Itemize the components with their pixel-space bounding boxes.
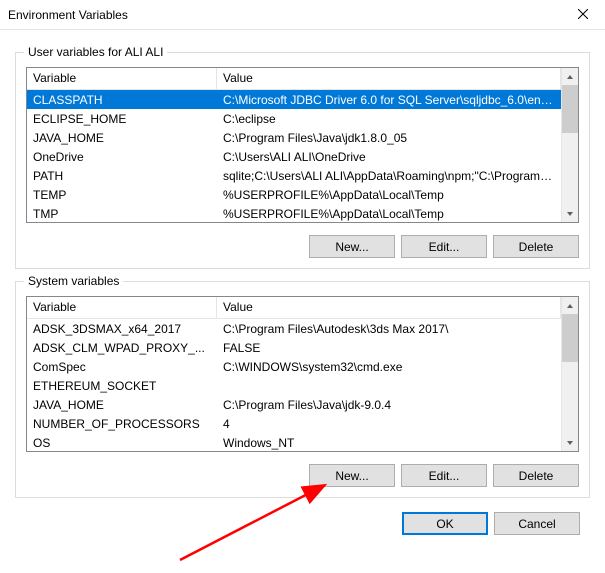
cell-variable: TMP xyxy=(27,205,217,223)
cell-variable: JAVA_HOME xyxy=(27,129,217,147)
user-col-variable[interactable]: Variable xyxy=(27,68,217,89)
cancel-button[interactable]: Cancel xyxy=(494,512,580,535)
cell-value: C:\Program Files\Autodesk\3ds Max 2017\ xyxy=(217,320,561,338)
cell-variable: JAVA_HOME xyxy=(27,396,217,414)
user-table-header: Variable Value xyxy=(27,68,561,90)
ok-button[interactable]: OK xyxy=(402,512,488,535)
cell-value: C:\Program Files\Java\jdk-9.0.4 xyxy=(217,396,561,414)
scroll-down-icon[interactable] xyxy=(562,205,578,222)
scroll-up-icon[interactable] xyxy=(562,68,578,85)
system-table-header: Variable Value xyxy=(27,297,561,319)
titlebar: Environment Variables xyxy=(0,0,605,30)
close-button[interactable] xyxy=(560,0,605,30)
cell-variable: TEMP xyxy=(27,186,217,204)
cell-variable: NUMBER_OF_PROCESSORS xyxy=(27,415,217,433)
cell-variable: ETHEREUM_SOCKET xyxy=(27,377,217,395)
cell-value: %USERPROFILE%\AppData\Local\Temp xyxy=(217,186,561,204)
system-new-button[interactable]: New... xyxy=(309,464,395,487)
scroll-up-icon[interactable] xyxy=(562,297,578,314)
system-delete-button[interactable]: Delete xyxy=(493,464,579,487)
table-row[interactable]: ECLIPSE_HOMEC:\eclipse xyxy=(27,109,561,128)
cell-value: 4 xyxy=(217,415,561,433)
scroll-track[interactable] xyxy=(562,85,578,205)
cell-variable: ECLIPSE_HOME xyxy=(27,110,217,128)
system-col-value[interactable]: Value xyxy=(217,297,561,318)
user-edit-button[interactable]: Edit... xyxy=(401,235,487,258)
scroll-thumb[interactable] xyxy=(562,314,578,362)
cell-value: %USERPROFILE%\AppData\Local\Temp xyxy=(217,205,561,223)
user-variables-table: Variable Value CLASSPATHC:\Microsoft JDB… xyxy=(26,67,579,223)
table-row[interactable]: CLASSPATHC:\Microsoft JDBC Driver 6.0 fo… xyxy=(27,90,561,109)
table-row[interactable]: TMP%USERPROFILE%\AppData\Local\Temp xyxy=(27,204,561,222)
table-row[interactable]: PATHsqlite;C:\Users\ALI ALI\AppData\Roam… xyxy=(27,166,561,185)
user-new-button[interactable]: New... xyxy=(309,235,395,258)
cell-value: C:\eclipse xyxy=(217,110,561,128)
cell-value: C:\Users\ALI ALI\OneDrive xyxy=(217,148,561,166)
table-row[interactable]: JAVA_HOMEC:\Program Files\Java\jdk-9.0.4 xyxy=(27,395,561,414)
system-variables-group: System variables Variable Value ADSK_3DS… xyxy=(15,281,590,498)
scroll-thumb[interactable] xyxy=(562,85,578,133)
user-variables-group: User variables for ALI ALI Variable Valu… xyxy=(15,52,590,269)
cell-value: FALSE xyxy=(217,339,561,357)
window-title: Environment Variables xyxy=(8,8,128,22)
cell-value: Windows_NT xyxy=(217,434,561,452)
cell-value: C:\WINDOWS\system32\cmd.exe xyxy=(217,358,561,376)
system-col-variable[interactable]: Variable xyxy=(27,297,217,318)
system-variables-table: Variable Value ADSK_3DSMAX_x64_2017C:\Pr… xyxy=(26,296,579,452)
table-row[interactable]: ETHEREUM_SOCKET xyxy=(27,376,561,395)
cell-variable: OS xyxy=(27,434,217,452)
table-row[interactable]: ADSK_3DSMAX_x64_2017C:\Program Files\Aut… xyxy=(27,319,561,338)
user-col-value[interactable]: Value xyxy=(217,68,561,89)
scroll-track[interactable] xyxy=(562,314,578,434)
table-row[interactable]: OSWindows_NT xyxy=(27,433,561,451)
system-edit-button[interactable]: Edit... xyxy=(401,464,487,487)
scroll-down-icon[interactable] xyxy=(562,434,578,451)
cell-variable: ADSK_CLM_WPAD_PROXY_... xyxy=(27,339,217,357)
table-row[interactable]: OneDriveC:\Users\ALI ALI\OneDrive xyxy=(27,147,561,166)
table-row[interactable]: JAVA_HOMEC:\Program Files\Java\jdk1.8.0_… xyxy=(27,128,561,147)
cell-variable: ADSK_3DSMAX_x64_2017 xyxy=(27,320,217,338)
cell-value xyxy=(217,384,561,388)
table-row[interactable]: TEMP%USERPROFILE%\AppData\Local\Temp xyxy=(27,185,561,204)
cell-variable: CLASSPATH xyxy=(27,91,217,109)
system-scrollbar[interactable] xyxy=(561,297,578,451)
cell-variable: ComSpec xyxy=(27,358,217,376)
user-scrollbar[interactable] xyxy=(561,68,578,222)
cell-value: C:\Program Files\Java\jdk1.8.0_05 xyxy=(217,129,561,147)
close-icon xyxy=(578,8,588,22)
table-row[interactable]: NUMBER_OF_PROCESSORS4 xyxy=(27,414,561,433)
cell-variable: OneDrive xyxy=(27,148,217,166)
cell-value: sqlite;C:\Users\ALI ALI\AppData\Roaming\… xyxy=(217,167,561,185)
user-delete-button[interactable]: Delete xyxy=(493,235,579,258)
cell-value: C:\Microsoft JDBC Driver 6.0 for SQL Ser… xyxy=(217,91,561,109)
user-group-label: User variables for ALI ALI xyxy=(24,45,167,59)
cell-variable: PATH xyxy=(27,167,217,185)
table-row[interactable]: ComSpecC:\WINDOWS\system32\cmd.exe xyxy=(27,357,561,376)
system-group-label: System variables xyxy=(24,274,123,288)
table-row[interactable]: ADSK_CLM_WPAD_PROXY_...FALSE xyxy=(27,338,561,357)
